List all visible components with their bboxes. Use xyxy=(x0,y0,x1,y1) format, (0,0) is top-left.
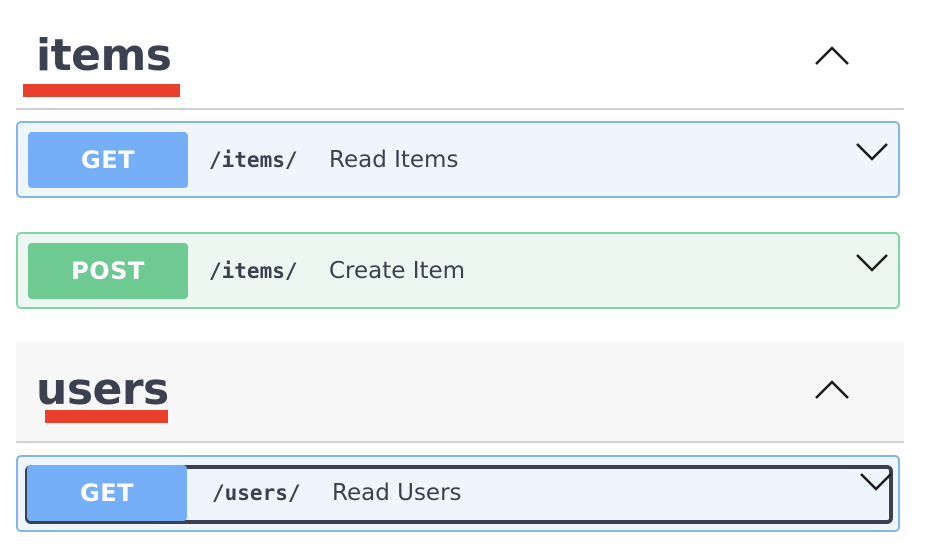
section-users: users xyxy=(16,342,904,444)
operation-summary: Create Item xyxy=(329,258,466,284)
section-title-underline xyxy=(45,410,168,423)
method-badge: POST xyxy=(28,243,188,299)
section-divider xyxy=(16,441,904,443)
operation-get-items[interactable]: GET /items/ Read Items xyxy=(16,121,900,198)
operation-get-users[interactable]: GET /users/ Read Users xyxy=(16,455,900,532)
operation-path: /users/ xyxy=(212,481,301,505)
operation-post-items[interactable]: POST /items/ Create Item xyxy=(16,232,900,309)
section-items: items xyxy=(16,0,904,112)
operation-summary: Read Users xyxy=(332,480,462,506)
chevron-down-icon xyxy=(860,473,892,491)
operation-summary: Read Items xyxy=(329,147,459,173)
operation-summary-row[interactable]: POST /items/ Create Item xyxy=(26,243,890,299)
expand-operation-button[interactable] xyxy=(858,469,894,493)
chevron-up-icon xyxy=(815,380,849,399)
expand-operation-button[interactable] xyxy=(854,139,890,163)
chevron-down-icon xyxy=(856,143,888,161)
operation-summary-row[interactable]: GET /users/ Read Users xyxy=(25,465,893,524)
section-title-users[interactable]: users xyxy=(36,368,169,412)
chevron-up-icon xyxy=(815,46,849,65)
section-header-users[interactable]: users xyxy=(16,342,904,444)
section-title-underline xyxy=(23,84,180,97)
operation-path: /items/ xyxy=(209,148,298,172)
section-title-items[interactable]: items xyxy=(36,34,172,78)
section-header-items[interactable]: items xyxy=(16,0,904,112)
section-divider xyxy=(16,108,904,110)
chevron-down-icon xyxy=(856,254,888,272)
method-badge: GET xyxy=(27,465,187,521)
method-badge: GET xyxy=(28,132,188,188)
operation-summary-row[interactable]: GET /items/ Read Items xyxy=(26,132,890,188)
expand-operation-button[interactable] xyxy=(854,250,890,274)
collapse-section-items-button[interactable] xyxy=(812,40,852,70)
operation-path: /items/ xyxy=(209,259,298,283)
collapse-section-users-button[interactable] xyxy=(812,374,852,404)
